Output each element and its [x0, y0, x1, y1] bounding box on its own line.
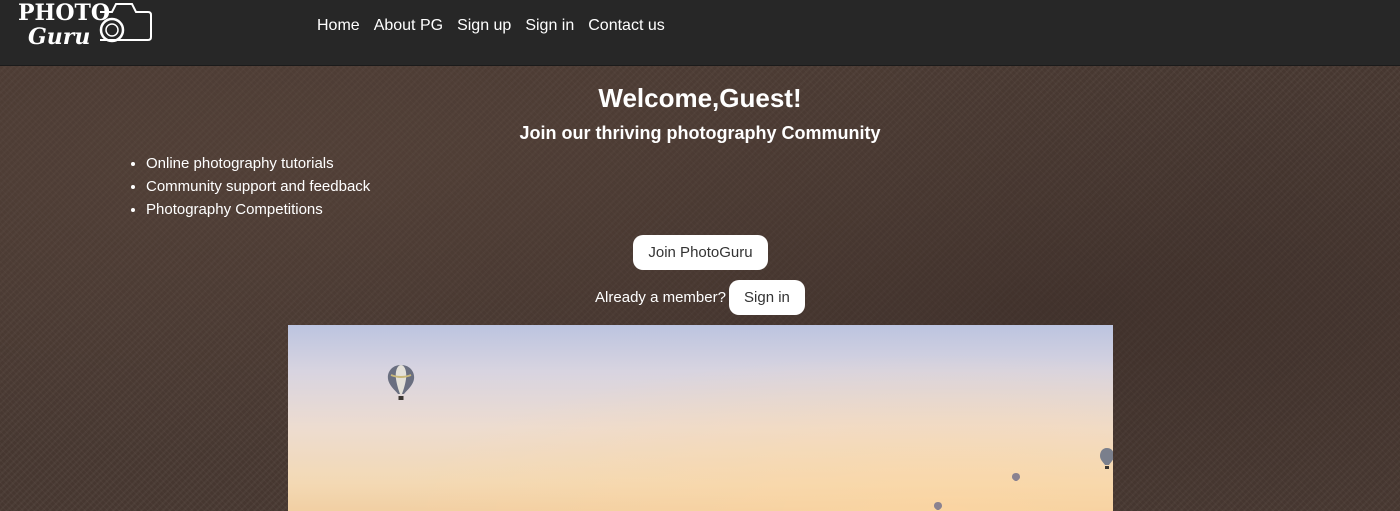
welcome-heading: Welcome,Guest!: [598, 83, 802, 113]
main-nav: Home About PG Sign up Sign in Contact us: [310, 14, 672, 38]
nav-sign-up[interactable]: Sign up: [450, 14, 518, 38]
feature-item: Photography Competitions: [146, 198, 370, 221]
nav-home[interactable]: Home: [310, 14, 367, 38]
nav-contact-us[interactable]: Contact us: [581, 14, 671, 38]
feature-item: Online photography tutorials: [146, 152, 370, 175]
photoguru-logo[interactable]: PHOTO Guru: [16, 0, 156, 50]
nav-sign-in[interactable]: Sign in: [518, 14, 581, 38]
camera-logo-icon: PHOTO Guru: [18, 0, 152, 50]
join-photoguru-button[interactable]: Join PhotoGuru: [633, 235, 768, 270]
hot-air-balloon-icon: [1100, 448, 1113, 469]
already-member-text: Already a member?: [595, 289, 726, 306]
hot-air-balloon-icon: [1012, 473, 1020, 481]
nav-about-pg[interactable]: About PG: [367, 14, 450, 38]
main-content: Welcome,Guest! Join our thriving photogr…: [0, 66, 1400, 511]
top-navbar: PHOTO Guru Home About PG Sign up Sign in…: [0, 0, 1400, 66]
hero-image: [288, 325, 1113, 511]
sign-in-button[interactable]: Sign in: [728, 280, 805, 315]
feature-list: Online photography tutorials Community s…: [146, 152, 370, 221]
hot-air-balloon-icon: [934, 502, 942, 510]
logo-text-photo: PHOTO: [18, 0, 110, 26]
logo-text-guru: Guru: [28, 24, 90, 50]
member-signin-row: Already a member? Sign in: [0, 280, 1400, 315]
feature-item: Community support and feedback: [146, 175, 370, 198]
community-subtitle: Join our thriving photography Community: [519, 123, 881, 143]
hot-air-balloon-icon: [387, 365, 415, 400]
